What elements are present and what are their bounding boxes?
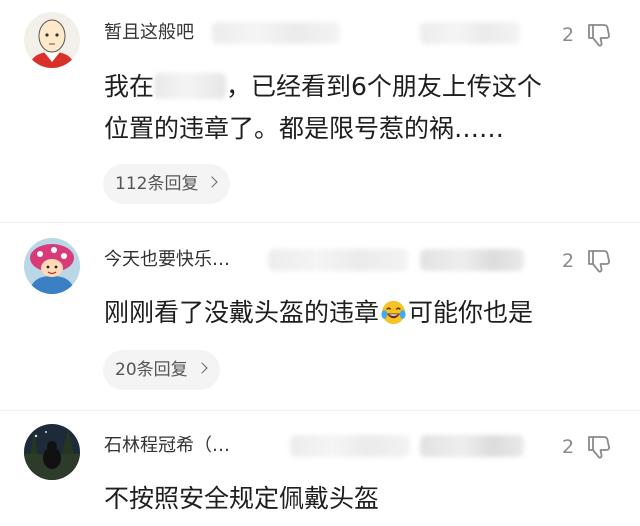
redacted-meta — [420, 435, 524, 457]
like-count: 2 — [562, 24, 575, 46]
comment-item: 石林程冠希（… 2 不按照安全规定佩戴头盔 — [0, 418, 640, 526]
replies-label: 20条回复 — [115, 360, 188, 380]
chevron-right-icon — [206, 176, 219, 188]
comment-text-part: 刚刚看了没戴头盔的违章 — [104, 298, 380, 327]
laughing-tears-emoji-icon — [381, 300, 406, 325]
replies-label: 112条回复 — [115, 174, 199, 194]
redacted-meta — [212, 22, 340, 44]
comment-text: 刚刚看了没戴头盔的违章 可能你也是 — [104, 292, 533, 334]
thumbs-down-icon[interactable] — [584, 433, 612, 461]
comment-text: 我在 ，已经看到6个朋友上传这个 — [104, 66, 542, 108]
username[interactable]: 石林程冠希（… — [104, 434, 230, 458]
redacted-meta — [290, 435, 410, 457]
redacted-meta — [420, 249, 524, 271]
username[interactable]: 今天也要快乐… — [104, 248, 230, 272]
username[interactable]: 暂且这般吧 — [104, 21, 194, 45]
like-count: 2 — [562, 436, 575, 458]
avatar[interactable] — [24, 424, 80, 480]
comment-text: 位置的违章了。都是限号惹的祸…… — [104, 114, 505, 143]
thumbs-down-icon[interactable] — [584, 247, 612, 275]
comment-text-part: 可能你也是 — [408, 298, 534, 327]
night-landscape-avatar-icon — [24, 424, 80, 480]
bald-hero-avatar-icon — [24, 12, 80, 68]
redacted-meta — [268, 249, 408, 271]
cartoon-character-avatar-icon — [24, 238, 80, 294]
divider — [0, 410, 640, 411]
comment-text-part: ，已经看到6个朋友上传这个 — [226, 72, 542, 101]
comment-text-part: 我在 — [104, 72, 155, 101]
redacted-location — [154, 73, 227, 99]
redacted-meta — [420, 22, 520, 44]
divider — [0, 222, 640, 223]
comment-item: 今天也要快乐… 2 刚刚看了没戴头盔的违章 可能你也是 20条回复 — [0, 232, 640, 402]
avatar[interactable] — [24, 238, 80, 294]
view-replies-button[interactable]: 112条回复 — [103, 164, 231, 204]
avatar[interactable] — [24, 12, 80, 68]
comment-text: 不按照安全规定佩戴头盔 — [104, 484, 380, 513]
comment-item: 暂且这般吧 2 我在 ，已经看到6个朋友上传这个 位置的违章了。都是限号惹的祸……… — [0, 0, 640, 210]
view-replies-button[interactable]: 20条回复 — [103, 350, 220, 390]
like-count: 2 — [562, 250, 575, 272]
thumbs-down-icon[interactable] — [584, 21, 612, 49]
chevron-right-icon — [195, 362, 208, 374]
